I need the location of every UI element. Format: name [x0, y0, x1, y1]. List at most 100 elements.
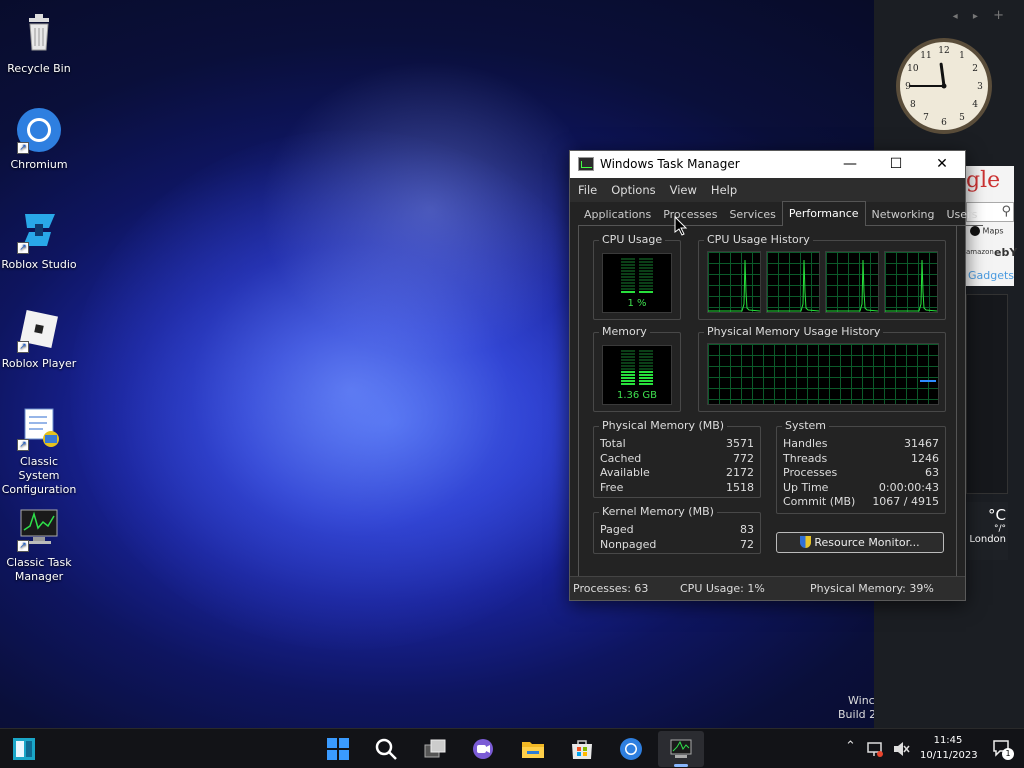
gadgets-link[interactable]: Gadgets [968, 269, 1014, 282]
clock-date[interactable]: 11:45 10/11/2023 [920, 733, 978, 763]
menu-view[interactable]: View [670, 183, 697, 197]
meter-segment [639, 276, 653, 278]
minimize-button[interactable]: — [827, 151, 873, 178]
meter-segment [621, 350, 635, 352]
stat-row: Paged 83 [600, 523, 754, 536]
menu-bar: File Options View Help [570, 178, 965, 202]
maps-link[interactable]: Maps [970, 226, 1004, 236]
search-icon[interactable] [374, 737, 398, 761]
menu-file[interactable]: File [578, 183, 597, 197]
meter-segment [639, 356, 653, 358]
volume-muted-icon[interactable] [892, 740, 910, 758]
start-button-icon[interactable] [326, 737, 350, 761]
clock-gadget[interactable]: 1234567891011 12 [894, 36, 994, 136]
taskbar-time: 11:45 [933, 735, 963, 746]
sidebar-next-button[interactable]: ▸ [973, 11, 984, 22]
sidebar-prev-button[interactable]: ◂ [953, 11, 964, 22]
amazon-link[interactable]: amazon [966, 248, 994, 256]
desktop-icon-roblox-player[interactable]: ↗ Roblox Player [0, 305, 78, 371]
meter-segment [639, 383, 653, 385]
desktop-icon-chromium[interactable]: ↗ Chromium [0, 106, 78, 172]
resource-monitor-button[interactable]: Resource Monitor... [776, 532, 944, 553]
meter-segment [621, 264, 635, 266]
memory-history-group: Physical Memory Usage History [698, 325, 946, 412]
desktop-icon-classic-system-configuration[interactable]: ↗ Classic System Configuration [0, 403, 78, 497]
tab-services[interactable]: Services [723, 204, 782, 226]
shortcut-arrow-icon: ↗ [17, 142, 29, 154]
kernel-memory-label: Kernel Memory (MB) [599, 505, 717, 518]
icon-label: Roblox Player [1, 357, 77, 370]
task-manager-taskbar-button[interactable] [658, 731, 704, 767]
icon-label: Roblox Studio [1, 258, 77, 271]
performance-panel: CPU Usage 1 % CPU Usage History Memory 1… [578, 226, 957, 578]
menu-help[interactable]: Help [711, 183, 737, 197]
tab-processes[interactable]: Processes [657, 204, 724, 226]
desktop-icon-recycle-bin[interactable]: Recycle Bin [0, 10, 78, 76]
cpu-core-graph [766, 251, 820, 313]
search-icon[interactable]: ⚲ [1001, 204, 1011, 219]
close-button[interactable]: ✕ [919, 151, 965, 178]
cpu-core-line [826, 259, 878, 312]
task-manager-app-icon [578, 157, 594, 171]
ebay-link[interactable]: ebY [994, 246, 1017, 259]
menu-options[interactable]: Options [611, 183, 655, 197]
stat-row: Threads 1246 [783, 452, 939, 465]
shortcut-arrow-icon: ↗ [17, 242, 29, 254]
desktop-icon-classic-task-manager[interactable]: ↗ Classic Task Manager [0, 504, 78, 584]
meter-segment [621, 362, 635, 364]
meter-segment [621, 377, 635, 379]
status-cpu: CPU Usage: 1% [680, 582, 765, 595]
meter-segment [621, 380, 635, 382]
meter-segment [621, 261, 635, 263]
task-manager-window[interactable]: Windows Task Manager — ☐ ✕ File Options … [569, 150, 984, 601]
store-icon[interactable] [570, 737, 594, 761]
meter-segment [621, 368, 635, 370]
meter-segment [639, 377, 653, 379]
meter-segment [621, 270, 635, 272]
sidebar-add-button[interactable]: + [993, 8, 1010, 23]
meter-segment [621, 288, 635, 290]
clock-numeral: 11 [920, 51, 931, 61]
widgets-icon[interactable] [12, 737, 36, 761]
file-explorer-icon[interactable] [521, 737, 545, 761]
tray-overflow-icon[interactable]: ⌃ [845, 739, 856, 754]
network-icon[interactable] [866, 740, 884, 758]
tab-performance[interactable]: Performance [781, 201, 866, 226]
chat-icon[interactable] [471, 737, 495, 761]
cpu-core-line [708, 259, 760, 312]
system-label: System [782, 419, 830, 432]
empty-gadget [966, 294, 1008, 494]
tab-users[interactable]: Users [940, 204, 984, 226]
weather-gadget[interactable]: °C °/° London [964, 502, 1008, 560]
meter-segment [621, 371, 635, 373]
stat-row: Free 1518 [600, 481, 754, 494]
tab-networking[interactable]: Networking [865, 204, 941, 226]
roblox-studio-icon: ↗ [15, 206, 63, 254]
build-watermark: Winc Build 2 [838, 694, 876, 722]
search-gadget[interactable]: gle ⚲ Maps amazon ebY Gadgets [966, 166, 1017, 286]
chromium-taskbar-icon[interactable] [619, 737, 643, 761]
watermark-line1: Winc [848, 694, 875, 707]
notification-center-icon[interactable]: 1 [992, 738, 1014, 760]
meter-segment [621, 374, 635, 376]
clock-numeral: 7 [923, 113, 929, 123]
desktop-icon-roblox-studio[interactable]: ↗ Roblox Studio [0, 206, 78, 272]
meter-segment [639, 288, 653, 290]
roblox-player-icon: ↗ [15, 305, 63, 353]
uac-shield-icon [800, 536, 812, 548]
title-bar[interactable]: Windows Task Manager — ☐ ✕ [570, 151, 965, 178]
stat-row: Commit (MB) 1067 / 4915 [783, 495, 939, 508]
tab-applications[interactable]: Applications [578, 204, 658, 226]
sidebar-nav: ◂ ▸ + [953, 8, 1010, 23]
meter-segment [621, 353, 635, 355]
meter-segment [621, 279, 635, 281]
tab-strip: Applications Processes Services Performa… [578, 201, 984, 226]
wallpaper-bloom [70, 130, 630, 650]
meter-segment [621, 273, 635, 275]
maximize-button[interactable]: ☐ [873, 151, 919, 178]
meter-segment [621, 267, 635, 269]
task-view-icon[interactable] [423, 737, 447, 761]
system-configuration-icon: ↗ [15, 403, 63, 451]
clock-numeral: 1 [959, 51, 965, 61]
shortcut-arrow-icon: ↗ [17, 540, 29, 552]
